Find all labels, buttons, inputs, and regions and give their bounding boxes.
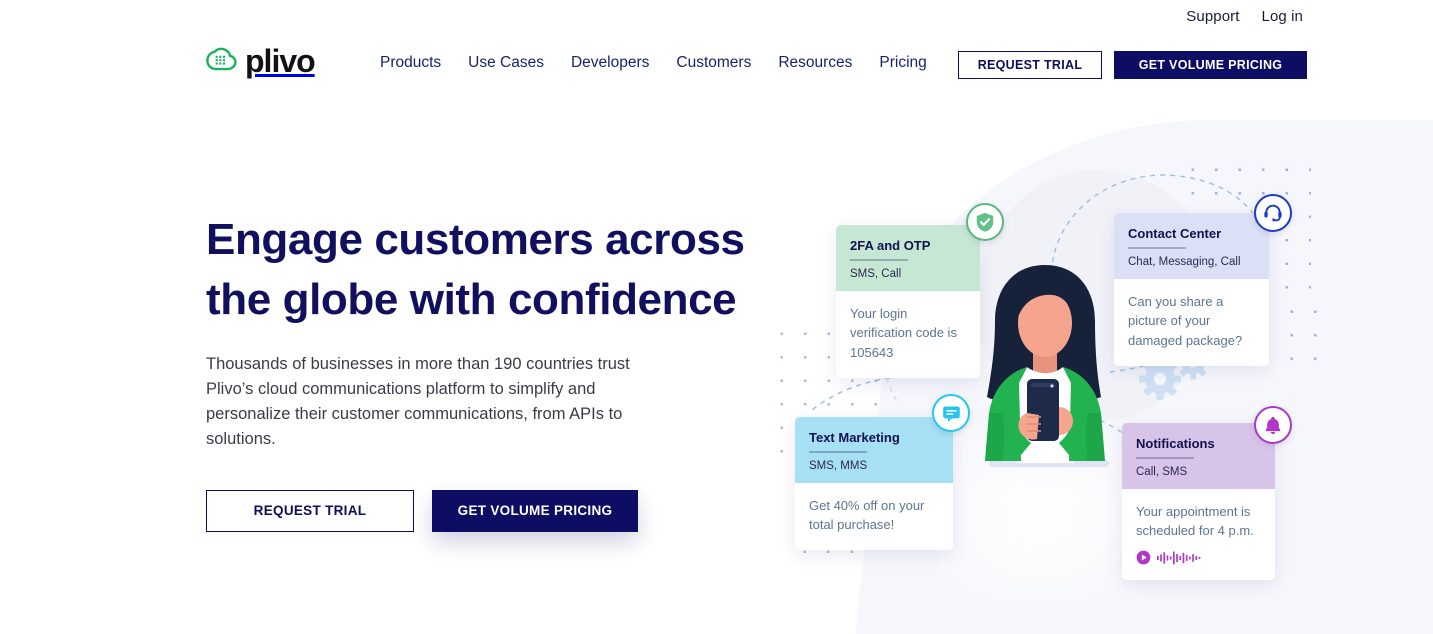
- card-channels: SMS, Call: [850, 267, 902, 280]
- hero-request-trial-button[interactable]: REQUEST TRIAL: [206, 489, 414, 532]
- nav-item-resources[interactable]: Resources: [778, 54, 852, 72]
- play-circle-icon[interactable]: [1136, 550, 1151, 565]
- card-channels: Chat, Messaging, Call: [1128, 255, 1241, 268]
- cloud-grid-icon: [206, 47, 237, 71]
- card-header: Notifications Call, SMS: [1122, 423, 1275, 489]
- illustration-card-notifications: Notifications Call, SMS Your appointment…: [1122, 423, 1275, 580]
- landing-page: 2FA and OTP SMS, Call Your login verific…: [0, 0, 1433, 634]
- headset-icon: [1254, 194, 1292, 232]
- card-header: Text Marketing SMS, MMS: [795, 417, 953, 483]
- card-header: Contact Center Chat, Messaging, Call: [1114, 213, 1269, 279]
- site-header: plivo Products Use Cases Developers Cust…: [0, 0, 1433, 100]
- hero-volume-pricing-button[interactable]: GET VOLUME PRICING: [432, 489, 638, 532]
- header-actions: REQUEST TRIAL GET VOLUME PRICING: [958, 51, 1307, 79]
- header-volume-pricing-button[interactable]: GET VOLUME PRICING: [1114, 51, 1307, 79]
- illustration-card-2fa: 2FA and OTP SMS, Call Your login verific…: [836, 225, 980, 378]
- nav-item-customers[interactable]: Customers: [676, 54, 751, 72]
- hero-content: Engage customers across the globe with c…: [206, 210, 766, 532]
- bell-icon: [1254, 406, 1292, 444]
- nav-item-developers[interactable]: Developers: [571, 54, 649, 72]
- header-request-trial-button[interactable]: REQUEST TRIAL: [958, 51, 1102, 79]
- main-nav: Products Use Cases Developers Customers …: [380, 54, 927, 72]
- shield-check-icon: [966, 203, 1004, 241]
- audio-player[interactable]: [1136, 550, 1261, 565]
- audio-waveform-icon: [1157, 551, 1201, 564]
- card-channels: Call, SMS: [1136, 465, 1188, 478]
- dot-grid-blue-lower: [1280, 300, 1320, 360]
- page-title: Engage customers across the globe with c…: [206, 210, 766, 330]
- card-message: Your appointment is scheduled for 4 p.m.: [1136, 503, 1254, 539]
- hero-subtitle: Thousands of businesses in more than 190…: [206, 354, 630, 448]
- nav-item-use-cases[interactable]: Use Cases: [468, 54, 544, 72]
- card-message: Get 40% off on your total purchase!: [795, 482, 953, 550]
- card-header: 2FA and OTP SMS, Call: [836, 225, 980, 291]
- card-divider: [809, 451, 867, 453]
- card-title: Contact Center: [1128, 226, 1222, 241]
- nav-item-products[interactable]: Products: [380, 54, 441, 72]
- card-divider: [1136, 457, 1194, 459]
- illustration-card-text-marketing: Text Marketing SMS, MMS Get 40% off on y…: [795, 417, 953, 550]
- nav-item-pricing[interactable]: Pricing: [879, 54, 926, 72]
- card-channels: SMS, MMS: [809, 459, 868, 472]
- card-title: 2FA and OTP: [850, 238, 931, 253]
- hero-title-line-2: the globe with confidence: [206, 274, 737, 324]
- woman-holding-phone-illustration: [985, 265, 1109, 467]
- chat-bubble-icon: [932, 394, 970, 432]
- card-message: Your login verification code is 105643: [836, 290, 980, 378]
- logo-wordmark: plivo: [245, 43, 316, 79]
- card-body: Your appointment is scheduled for 4 p.m.: [1122, 488, 1275, 580]
- card-divider: [850, 259, 908, 261]
- card-title: Notifications: [1136, 436, 1215, 451]
- plivo-logo[interactable]: plivo: [206, 43, 316, 79]
- card-message: Can you share a picture of your damaged …: [1114, 278, 1269, 366]
- hero-title-line-1: Engage customers across: [206, 215, 745, 264]
- card-divider: [1128, 247, 1186, 249]
- card-title: Text Marketing: [809, 430, 900, 445]
- illustration-card-contact-center: Contact Center Chat, Messaging, Call Can…: [1114, 213, 1269, 366]
- hero-actions: REQUEST TRIAL GET VOLUME PRICING: [206, 489, 766, 532]
